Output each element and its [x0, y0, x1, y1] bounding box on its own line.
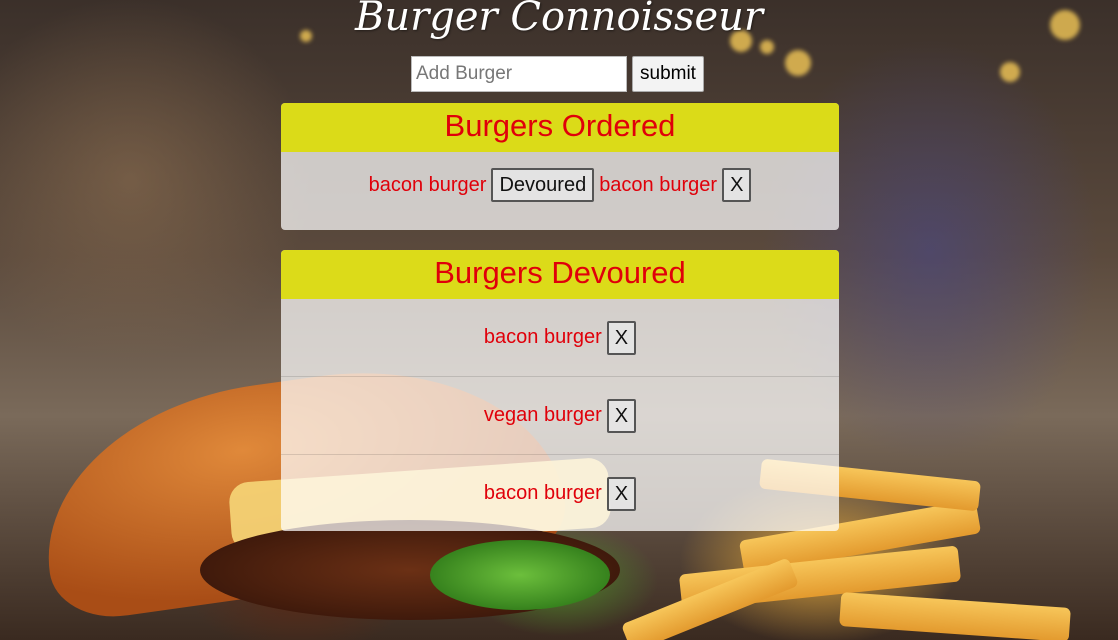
- page-title: Burger Connoisseur: [354, 0, 764, 40]
- delete-button[interactable]: X: [606, 398, 637, 433]
- burgers-ordered-card: Burgers Ordered bacon burger Devoured ba…: [281, 103, 839, 230]
- devoured-button[interactable]: Devoured: [491, 168, 595, 202]
- burger-name: bacon burger: [483, 482, 602, 504]
- add-burger-form: submit: [411, 56, 704, 92]
- burger-name: vegan burger: [483, 404, 602, 426]
- delete-button[interactable]: X: [606, 320, 637, 355]
- list-item: bacon burger X: [281, 454, 839, 531]
- list-item: vegan burger X: [281, 376, 839, 454]
- burger-name: bacon burger: [368, 173, 487, 196]
- burger-name: bacon burger: [483, 326, 602, 348]
- delete-button[interactable]: X: [606, 476, 637, 511]
- list-item: bacon burger Devoured bacon burger X: [281, 156, 839, 214]
- burgers-devoured-header: Burgers Devoured: [281, 250, 839, 299]
- burgers-ordered-header: Burgers Ordered: [281, 103, 839, 152]
- burger-name: bacon burger: [599, 173, 718, 196]
- add-burger-input[interactable]: [411, 56, 627, 92]
- delete-button[interactable]: X: [722, 168, 752, 202]
- submit-button[interactable]: submit: [632, 56, 704, 92]
- list-item: bacon burger X: [281, 299, 839, 376]
- burgers-devoured-card: Burgers Devoured bacon burger X vegan bu…: [281, 250, 839, 531]
